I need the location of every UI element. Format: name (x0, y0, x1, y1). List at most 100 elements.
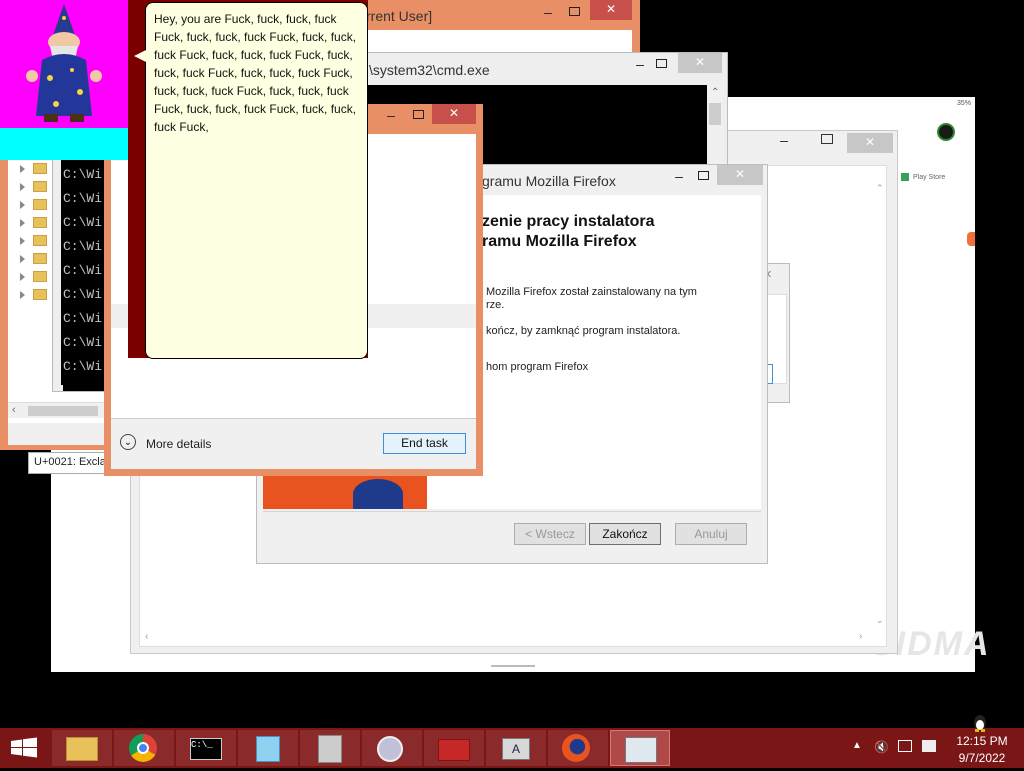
media-icon (377, 736, 403, 762)
cmd-line: C:\Wi (63, 311, 103, 326)
cmd-line: C:\Wi (63, 359, 103, 374)
chevron-down-icon[interactable]: ⌄ (120, 434, 136, 450)
firefox-banner-art (353, 479, 403, 509)
cmd-line: C:\Wi (63, 287, 103, 302)
expand-arrow-icon[interactable] (20, 183, 25, 191)
taskbar-cmd[interactable]: C:\_ (176, 730, 236, 766)
back-button[interactable]: < Wstecz (514, 523, 586, 545)
start-button[interactable] (0, 728, 48, 768)
volume-muted-icon[interactable]: 🔇 (874, 740, 889, 754)
cmd-output: C:\Wi C:\Wi C:\Wi C:\Wi C:\Wi C:\Wi C:\W… (63, 163, 107, 391)
play-store-item[interactable]: Play Store (901, 171, 971, 185)
cmd-line: C:\Wi (63, 215, 103, 230)
taskmgr-maximize-button[interactable] (413, 110, 424, 119)
show-hidden-icons-icon[interactable]: ▲ (852, 740, 862, 751)
taskbar-chrome[interactable] (114, 730, 174, 766)
orange-dot (967, 232, 975, 246)
regedit-maximize-button[interactable] (569, 7, 580, 16)
regedit-title: rrent User] (366, 8, 433, 24)
expand-arrow-icon[interactable] (20, 237, 25, 245)
cancel-button[interactable]: Anuluj (675, 523, 747, 545)
expand-arrow-icon[interactable] (20, 255, 25, 263)
end-task-button[interactable]: End task (383, 433, 466, 454)
taskbar-firefox[interactable] (548, 730, 608, 766)
battery-text: 35% (956, 100, 971, 107)
scroll-down-arrow[interactable]: ⌄ (876, 615, 884, 626)
installer-title: gramu Mozilla Firefox (482, 173, 616, 189)
clock-date[interactable]: 9/7/2022 (950, 751, 1014, 765)
folder-icon[interactable] (33, 289, 47, 300)
maximize-button[interactable] (821, 134, 833, 144)
scroll-left-arrow[interactable]: ‹ (12, 404, 16, 416)
cmd-title: \system32\cmd.exe (369, 62, 490, 78)
assistant-strip (0, 128, 128, 160)
finish-button[interactable]: Zakończ (589, 523, 661, 545)
status-bar: 35% (901, 97, 975, 111)
taskbar-file-explorer[interactable] (52, 730, 112, 766)
chrome-icon-center (137, 742, 149, 754)
cmd-maximize-button[interactable] (656, 59, 667, 68)
installer-heading-1: zenie pracy instalatora (482, 213, 655, 230)
expand-arrow-icon[interactable] (20, 291, 25, 299)
taskbar-task-manager[interactable] (610, 730, 670, 766)
folder-icon[interactable] (33, 271, 47, 282)
scroll-up-arrow[interactable]: ⌃ (711, 87, 719, 98)
cmd-line: C:\Wi (63, 239, 103, 254)
expand-arrow-icon[interactable] (20, 165, 25, 173)
speech-bubble-tail (134, 50, 146, 62)
task-manager-icon (625, 737, 657, 763)
character-map-icon: A (502, 738, 530, 760)
taskbar-calculator[interactable] (300, 730, 360, 766)
cmd-line: C:\Wi (63, 263, 103, 278)
more-details-link[interactable]: More details (146, 437, 211, 451)
regedit-statusbar (8, 423, 118, 445)
installer-divider (263, 511, 761, 512)
taskmgr-minimize-button[interactable]: – (384, 107, 398, 123)
taskbar-notepad[interactable] (238, 730, 298, 766)
expand-arrow-icon[interactable] (20, 273, 25, 281)
scroll-thumb[interactable] (28, 406, 98, 416)
installer-body-1: Mozilla Firefox został zainstalowany na … (486, 286, 697, 298)
notepad-icon (256, 736, 280, 762)
regedit-hscrollbar[interactable]: ‹ (8, 402, 108, 418)
tux-icon[interactable] (972, 710, 988, 732)
folder-icon[interactable] (33, 163, 47, 174)
clock-time[interactable]: 12:15 PM (950, 734, 1014, 748)
scroll-right-arrow[interactable]: › (859, 631, 862, 642)
cmd-minimize-button[interactable]: – (631, 56, 649, 72)
launch-firefox-checkbox-label[interactable]: hom program Firefox (486, 361, 588, 373)
taskbar-character-map[interactable]: A (486, 730, 546, 766)
folder-icon[interactable] (33, 199, 47, 210)
cmd-close-button[interactable]: ✕ (678, 53, 722, 73)
status-text: U+0021: Excla (34, 456, 106, 468)
installer-close-button[interactable]: ✕ (717, 165, 763, 185)
firefox-banner (263, 475, 427, 509)
folder-icon[interactable] (33, 181, 47, 192)
installer-minimize-button[interactable]: – (672, 168, 686, 184)
taskbar-media[interactable] (362, 730, 422, 766)
scroll-left-arrow[interactable]: ‹ (145, 631, 148, 642)
installer-maximize-button[interactable] (698, 171, 709, 180)
regedit-close-button[interactable]: ✕ (590, 0, 632, 20)
folder-icon[interactable] (33, 253, 47, 264)
expand-arrow-icon[interactable] (20, 201, 25, 209)
folder-icon[interactable] (33, 235, 47, 246)
installer-heading-2: ramu Mozilla Firefox (482, 233, 637, 250)
toolbox-icon (438, 739, 470, 761)
cmd-line: C:\Wi (63, 167, 103, 182)
action-center-icon[interactable] (922, 740, 936, 752)
calculator-icon (318, 735, 342, 763)
regedit-minimize-button[interactable]: – (538, 4, 558, 20)
scroll-thumb[interactable] (709, 103, 721, 125)
close-button[interactable]: ✕ (847, 133, 893, 153)
folder-icon[interactable] (33, 217, 47, 228)
network-icon[interactable] (898, 740, 912, 752)
taskbar-toolbox[interactable] (424, 730, 484, 766)
taskmgr-close-button[interactable]: ✕ (432, 104, 476, 124)
android-icon[interactable] (937, 123, 955, 141)
minimize-button[interactable]: – (771, 133, 797, 151)
wizard-icon[interactable] (20, 4, 110, 124)
scroll-up-arrow[interactable]: ⌃ (876, 183, 884, 194)
expand-arrow-icon[interactable] (20, 219, 25, 227)
windows-logo-icon (11, 737, 37, 758)
